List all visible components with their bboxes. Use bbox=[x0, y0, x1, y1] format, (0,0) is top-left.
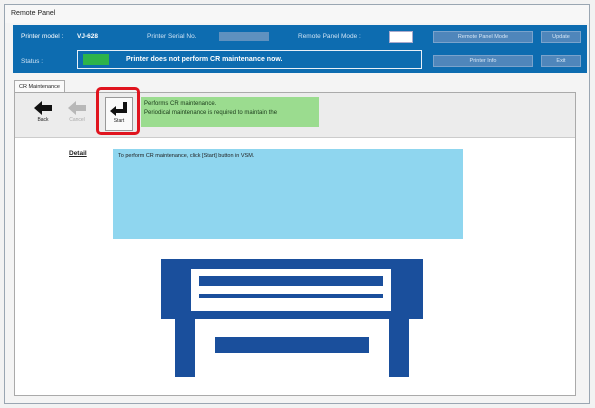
serial-label: Printer Serial No. bbox=[147, 33, 197, 40]
back-arrow-icon bbox=[34, 101, 52, 115]
status-label: Status : bbox=[21, 58, 44, 65]
remote-mode-label: Remote Panel Mode : bbox=[298, 33, 361, 40]
exit-button[interactable]: Exit bbox=[541, 55, 581, 67]
cancel-button[interactable]: Cancel bbox=[63, 97, 91, 131]
info-line-2: Periodical maintenance is required to ma… bbox=[144, 110, 278, 116]
start-highlight-frame bbox=[96, 87, 140, 135]
status-text: Printer does not perform CR maintenance … bbox=[126, 56, 283, 63]
header-bar: Printer model : VJ-628 Printer Serial No… bbox=[13, 25, 587, 73]
info-line-1: Performs CR maintenance. bbox=[144, 101, 217, 107]
serial-value-field bbox=[219, 32, 269, 41]
printer-info-button[interactable]: Printer Info bbox=[433, 55, 533, 67]
back-button[interactable]: Back bbox=[29, 97, 57, 131]
status-led bbox=[83, 54, 109, 65]
printer-model-label: Printer model : bbox=[21, 33, 64, 40]
printer-icon bbox=[161, 259, 423, 377]
remote-mode-indicator bbox=[389, 31, 413, 43]
function-info-box: Performs CR maintenance. Periodical main… bbox=[141, 97, 319, 127]
remote-panel-mode-button[interactable]: Remote Panel Mode bbox=[433, 31, 533, 43]
printer-model-value: VJ-628 bbox=[77, 33, 98, 40]
status-box: Printer does not perform CR maintenance … bbox=[77, 50, 422, 69]
cr-maintenance-panel: Back Cancel Start Performs CR maintenanc… bbox=[14, 87, 576, 396]
detail-label: Detail bbox=[69, 150, 87, 157]
cancel-arrow-icon bbox=[68, 101, 86, 115]
cancel-label: Cancel bbox=[69, 117, 85, 123]
detail-text-box: To perform CR maintenance, click [Start]… bbox=[113, 149, 463, 239]
toolbar: Back Cancel Start Performs CR maintenanc… bbox=[15, 87, 575, 138]
update-button[interactable]: Update bbox=[541, 31, 581, 43]
window-title: Remote Panel bbox=[5, 5, 589, 23]
back-label: Back bbox=[37, 117, 49, 123]
